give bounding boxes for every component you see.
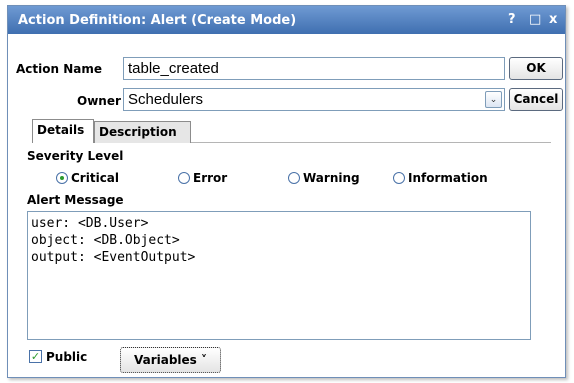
action-name-input[interactable]: table_created xyxy=(123,57,505,80)
radio-warning-label: Warning xyxy=(303,171,360,185)
public-label: Public xyxy=(46,350,88,364)
dropdown-arrow-icon[interactable]: ⌄ xyxy=(485,91,502,108)
action-name-label: Action Name xyxy=(16,62,102,76)
radio-error[interactable]: Error xyxy=(178,171,227,185)
variables-label: Variables xyxy=(133,353,197,367)
ok-button[interactable]: OK xyxy=(509,57,563,80)
tab-divider xyxy=(191,142,551,143)
tab-details[interactable]: Details xyxy=(32,119,94,143)
severity-level-label: Severity Level xyxy=(27,149,124,163)
radio-warning[interactable]: Warning xyxy=(288,171,360,185)
radio-critical-label: Critical xyxy=(71,171,120,185)
title-bar[interactable]: Action Definition: Alert (Create Mode) ?… xyxy=(8,6,565,34)
variables-button[interactable]: Variables ˅ xyxy=(120,347,221,373)
public-checkbox[interactable]: ✓ xyxy=(29,350,42,363)
close-icon[interactable]: x xyxy=(549,12,557,27)
alert-message-label: Alert Message xyxy=(27,193,124,207)
dialog-title: Action Definition: Alert (Create Mode) xyxy=(18,13,297,28)
radio-icon xyxy=(178,172,190,184)
radio-information[interactable]: Information xyxy=(393,171,488,185)
alert-message-line: object: <DB.Object> xyxy=(31,233,180,248)
radio-information-label: Information xyxy=(408,171,488,185)
alert-message-line: output: <EventOutput> xyxy=(31,250,196,265)
radio-critical[interactable]: Critical xyxy=(56,171,119,185)
owner-select[interactable]: Schedulers ⌄ xyxy=(123,88,505,111)
radio-error-label: Error xyxy=(193,171,228,185)
help-icon[interactable]: ? xyxy=(508,12,516,27)
cancel-button[interactable]: Cancel xyxy=(509,88,563,111)
owner-label: Owner xyxy=(77,94,121,108)
radio-icon xyxy=(393,172,405,184)
action-definition-dialog: Action Definition: Alert (Create Mode) ?… xyxy=(7,5,566,378)
alert-message-line: user: <DB.User> xyxy=(31,216,149,231)
restore-icon[interactable]: □ xyxy=(529,12,541,27)
chevron-down-icon: ˅ xyxy=(201,353,208,367)
tab-description[interactable]: Description xyxy=(94,121,191,143)
radio-selected-icon xyxy=(56,172,68,184)
owner-value: Schedulers xyxy=(128,91,204,108)
alert-message-textarea[interactable]: user: <DB.User> object: <DB.Object> outp… xyxy=(27,211,531,340)
radio-icon xyxy=(288,172,300,184)
